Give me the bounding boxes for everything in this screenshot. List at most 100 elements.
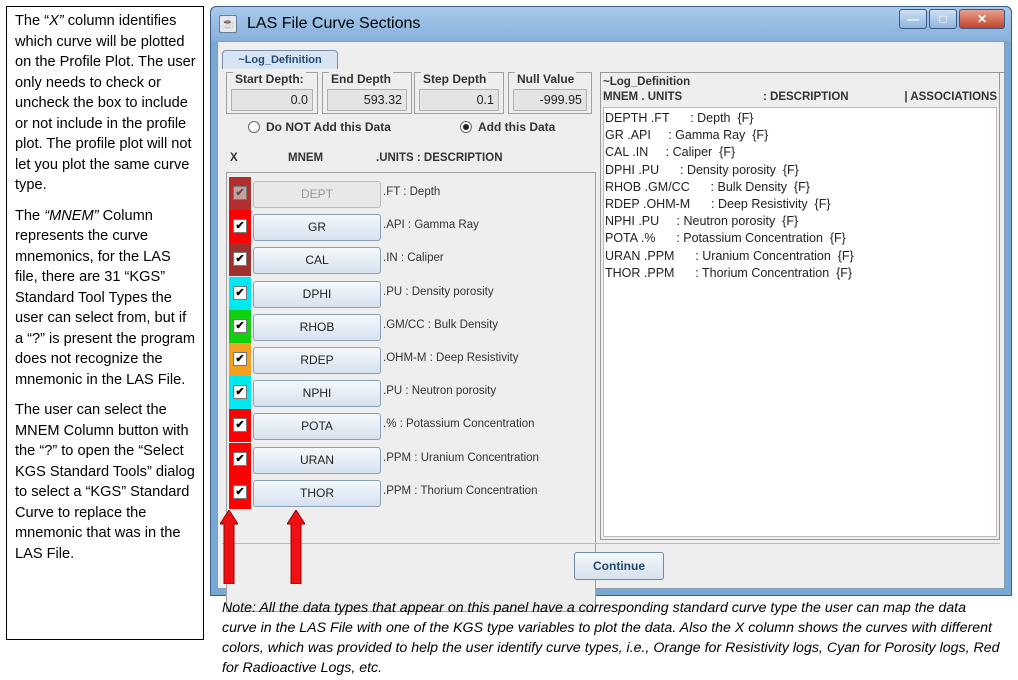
log-definition-text-area[interactable]: DEPTH .FT : Depth {F} GR .API : Gamma Ray… (603, 107, 997, 537)
curve-description: .OHM-M : Deep Resistivity (383, 352, 519, 364)
bottom-note: Note: All the data types that appear on … (222, 600, 1000, 676)
plot-curve-checkbox[interactable]: ✔ (233, 451, 247, 466)
mnem-button-explanation: The user can select the MNEM Column butt… (15, 402, 195, 562)
mnem-button[interactable]: URAN (253, 446, 381, 474)
curve-color-swatch: ✔ (229, 243, 251, 277)
curve-description: .PU : Density porosity (383, 285, 494, 298)
mnem-button[interactable]: DPHI (253, 280, 381, 308)
radio-circle[interactable] (248, 121, 260, 133)
curve-row-gr: ✔ GR .API : Gamma Ray (227, 210, 597, 244)
continue-button[interactable]: Continue (574, 552, 664, 580)
mnem-button[interactable]: CAL (253, 247, 381, 275)
log-definition-line: RDEP .OHM-M : Deep Resistivity {F} (605, 197, 831, 212)
log-definition-line: RHOB .GM/CC : Bulk Density {F} (605, 179, 810, 194)
plot-curve-checkbox[interactable]: ✔ (233, 352, 247, 366)
step-depth-group: Step Depth 0.1 (414, 72, 504, 114)
mnem-button[interactable]: GR (253, 214, 381, 242)
explanation-text-box: The “X” column identifies which curve wi… (6, 6, 204, 640)
curve-description: .PPM : Thorium Concentration (383, 484, 538, 497)
close-button[interactable]: ✕ (959, 9, 1005, 29)
plot-curve-checkbox[interactable]: ✔ (233, 418, 247, 433)
mnem-column-explanation: The “MNEM” Column represents the curve m… (15, 207, 196, 388)
step-depth-field[interactable]: 0.1 (419, 89, 499, 111)
units-column-header: .UNITS : DESCRIPTION (376, 152, 503, 164)
java-cup-icon: ☕ (219, 15, 237, 33)
log-definition-line: THOR .PPM : Thorium Concentration {F} (605, 265, 853, 280)
tab-log-definition[interactable]: ~Log_Definition (222, 50, 338, 69)
plot-curve-checkbox[interactable]: ✔ (233, 219, 247, 234)
plot-curve-checkbox[interactable]: ✔ (233, 252, 247, 267)
mnem-button[interactable]: DEPT (253, 181, 381, 208)
start-depth-label: Start Depth: (233, 72, 306, 86)
curve-row-thor: ✔ THOR .PPM : Thorium Concentration (227, 475, 597, 509)
step-depth-label: Step Depth (421, 72, 489, 86)
curve-color-swatch: ✔ (229, 177, 251, 210)
log-definition-line: POTA .% : Potassium Concentration {F} (605, 231, 846, 246)
curve-color-swatch: ✔ (229, 376, 251, 410)
plot-curve-checkbox[interactable]: ✔ (233, 385, 247, 400)
mnem-button[interactable]: POTA (253, 413, 381, 441)
curve-description: .FT : Depth (383, 186, 441, 198)
mnem-column-arrow-icon (287, 510, 305, 584)
curve-description: .PPM : Uranium Concentration (383, 451, 539, 464)
log-definition-header: ~Log_Definition (603, 76, 691, 88)
plot-curve-checkbox[interactable]: ✔ (233, 186, 247, 200)
curve-list: ✔ DEPT .FT : Depth ✔ GR .API : Gamma Ray ✔ CAL.… (226, 172, 596, 612)
las-file-curve-sections-window: ☕ LAS File Curve Sections — □ ✕ ~Log_Def… (210, 6, 1012, 612)
null-value-field[interactable]: -999.95 (513, 89, 587, 111)
end-depth-group: End Depth 593.32 (322, 72, 412, 114)
plot-curve-checkbox[interactable]: ✔ (233, 484, 247, 499)
curve-row-nphi: ✔ NPHI .PU : Neutron porosity (227, 376, 597, 410)
associations-header: | ASSOCIATIONS (904, 91, 997, 103)
curve-description: .% : Potassium Concentration (383, 418, 535, 431)
curve-description: .PU : Neutron porosity (383, 385, 497, 398)
mnem-button[interactable]: RHOB (253, 313, 381, 341)
description-header: : DESCRIPTION (763, 91, 849, 103)
curve-row-pota: ✔ POTA.% : Potassium Concentration (227, 409, 597, 443)
x-column-arrow-icon (220, 510, 238, 584)
curve-description: .IN : Caliper (383, 252, 444, 265)
curve-color-swatch: ✔ (229, 409, 251, 443)
mnem-units-header: MNEM . UNITS (603, 91, 683, 103)
title-bar[interactable]: ☕ LAS File Curve Sections — □ ✕ (211, 7, 1011, 41)
end-depth-label: End Depth (329, 72, 393, 86)
curve-color-swatch: ✔ (229, 343, 251, 376)
curve-row-dept: ✔ DEPT .FT : Depth (227, 177, 597, 210)
log-definition-line: DEPTH .FT : Depth {F} (605, 111, 754, 125)
curve-color-swatch: ✔ (229, 210, 251, 244)
curve-panel: Start Depth: 0.0 End Depth 593.32 Step D… (222, 72, 1000, 612)
curve-color-swatch: ✔ (229, 475, 251, 509)
curve-description: .GM/CC : Bulk Density (383, 318, 499, 331)
curve-color-swatch: ✔ (229, 276, 251, 310)
plot-curve-checkbox[interactable]: ✔ (233, 318, 247, 333)
do-not-add-radio[interactable]: Do NOT Add this Data (248, 120, 391, 134)
log-definition-line: DPHI .PU : Density porosity {F} (605, 162, 799, 177)
add-data-radio[interactable]: Add this Data (460, 120, 555, 134)
window-client-area: ~Log_Definition Start Depth: 0.0 End Dep… (217, 41, 1005, 612)
log-definition-panel: ~Log_Definition MNEM . UNITS : DESCRIPTI… (600, 72, 1000, 540)
window-title: LAS File Curve Sections (247, 15, 421, 32)
radio-circle-selected[interactable] (460, 121, 472, 133)
end-depth-field[interactable]: 593.32 (327, 89, 407, 111)
null-value-label: Null Value (515, 72, 577, 86)
curve-row-rdep: ✔ RDEP .OHM-M : Deep Resistivity (227, 343, 597, 376)
log-definition-line: CAL .IN : Caliper {F} (605, 145, 736, 160)
mnem-button[interactable]: THOR (253, 479, 381, 507)
x-column-explanation: The “X” column identifies which curve wi… (15, 13, 196, 193)
mnem-column-header: MNEM (288, 152, 324, 164)
x-column-header: X (230, 152, 238, 164)
curve-row-dphi: ✔ DPHI .PU : Density porosity (227, 276, 597, 310)
mnem-button[interactable]: NPHI (253, 380, 381, 408)
plot-curve-checkbox[interactable]: ✔ (233, 285, 247, 300)
curve-color-swatch: ✔ (229, 309, 251, 343)
maximize-button[interactable]: □ (929, 9, 957, 29)
log-definition-columns: MNEM . UNITS : DESCRIPTION | ASSOCIATION… (603, 91, 997, 105)
start-depth-field[interactable]: 0.0 (231, 89, 313, 111)
curve-row-cal: ✔ CAL .IN : Caliper (227, 243, 597, 277)
mnem-button[interactable]: RDEP (253, 347, 381, 374)
minimize-button[interactable]: — (899, 9, 927, 29)
curve-row-rhob: ✔ RHOB .GM/CC : Bulk Density (227, 309, 597, 343)
log-definition-line: URAN .PPM : Uranium Concentration {F} (605, 248, 854, 263)
curve-row-uran: ✔ URAN .PPM : Uranium Concentration (227, 442, 597, 476)
curve-color-swatch: ✔ (229, 442, 251, 476)
